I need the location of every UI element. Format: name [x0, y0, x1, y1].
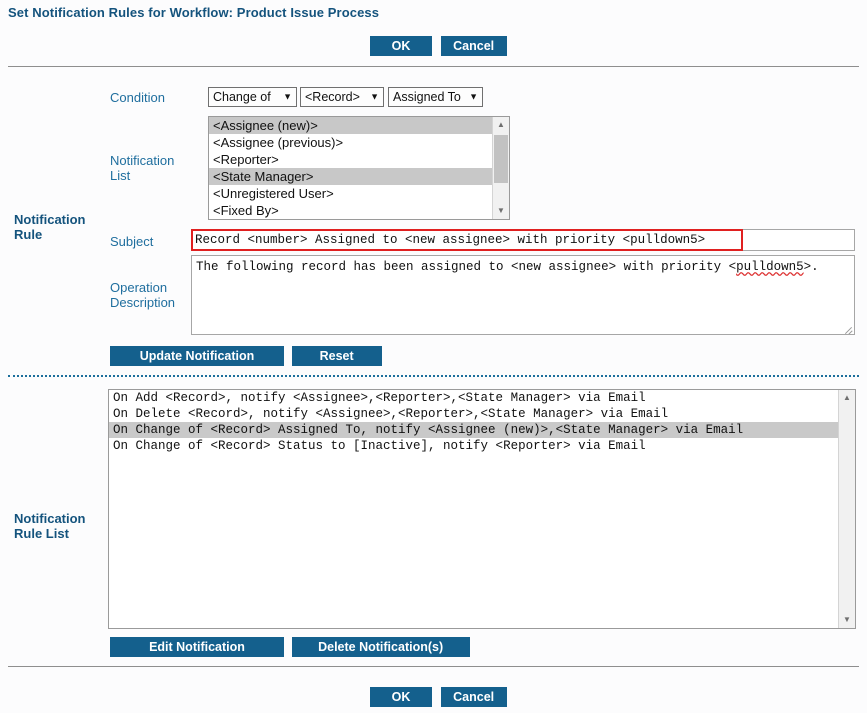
- notification-list-label: Notification List: [110, 153, 206, 183]
- separator-dotted: [8, 375, 859, 377]
- separator-bottom: [8, 666, 859, 667]
- cancel-button-top[interactable]: Cancel: [440, 36, 507, 56]
- operation-description-text-before: The following record has been assigned t…: [196, 260, 737, 274]
- chevron-down-icon: ▼: [469, 91, 478, 102]
- notification-rule-list-section-label-line1: Notification: [14, 511, 86, 526]
- operation-description-text-after: >.: [803, 260, 819, 274]
- notification-list-label-line1: Notification: [110, 153, 175, 168]
- reset-button[interactable]: Reset: [291, 346, 382, 366]
- notification-list-label-line2: List: [110, 168, 131, 183]
- notification-list-scrollbar[interactable]: ▲ ▼: [492, 117, 509, 219]
- chevron-down-icon: ▼: [370, 91, 379, 102]
- triangle-up-icon[interactable]: ▲: [839, 390, 855, 406]
- condition-label: Condition: [110, 90, 165, 105]
- ok-button-top[interactable]: OK: [370, 36, 432, 56]
- notification-rule-listbox[interactable]: On Add <Record>, notify <Assignee>,<Repo…: [108, 389, 856, 629]
- notification-rule-list-section-label: Notification Rule List: [14, 511, 106, 541]
- condition-field-value: Assigned To: [393, 90, 461, 104]
- notification-rule-list-scrollbar[interactable]: ▲ ▼: [838, 390, 855, 628]
- notification-rule-section-label-line1: Notification Rule: [14, 212, 86, 242]
- table-row[interactable]: On Change of <Record> Assigned To, notif…: [109, 422, 838, 438]
- list-item[interactable]: <Unregistered User>: [209, 185, 492, 202]
- table-row[interactable]: On Add <Record>, notify <Assignee>,<Repo…: [109, 390, 838, 406]
- notification-rule-list-rows: On Add <Record>, notify <Assignee>,<Repo…: [109, 390, 838, 628]
- notification-list-options: <Assignee (new)> <Assignee (previous)> <…: [209, 117, 492, 219]
- condition-object-select[interactable]: <Record> ▼: [300, 87, 384, 107]
- ok-button-bottom[interactable]: OK: [370, 687, 432, 707]
- triangle-up-icon[interactable]: ▲: [493, 117, 509, 133]
- update-notification-button[interactable]: Update Notification: [110, 346, 284, 366]
- list-item[interactable]: <Fixed By>: [209, 202, 492, 219]
- condition-type-value: Change of: [213, 90, 271, 104]
- list-item[interactable]: <Reporter>: [209, 151, 492, 168]
- condition-type-select[interactable]: Change of ▼: [208, 87, 297, 107]
- triangle-down-icon[interactable]: ▼: [493, 203, 509, 219]
- notification-rule-list-section-label-line2: Rule List: [14, 526, 69, 541]
- notification-rule-section-label: Notification Rule: [14, 212, 106, 242]
- list-item[interactable]: <Assignee (previous)>: [209, 134, 492, 151]
- notification-rule-list-buttons: Edit Notification Delete Notification(s): [110, 637, 470, 657]
- chevron-down-icon: ▼: [283, 91, 292, 102]
- condition-field-select[interactable]: Assigned To ▼: [388, 87, 483, 107]
- condition-object-value: <Record>: [305, 90, 360, 104]
- edit-notification-button[interactable]: Edit Notification: [110, 637, 284, 657]
- page-title: Set Notification Rules for Workflow: Pro…: [8, 5, 380, 20]
- cancel-button-bottom[interactable]: Cancel: [440, 687, 507, 707]
- textarea-resize-handle[interactable]: [844, 324, 853, 333]
- notification-rule-buttons: Update Notification Reset: [110, 346, 382, 366]
- table-row[interactable]: On Delete <Record>, notify <Assignee>,<R…: [109, 406, 838, 422]
- separator-top: [8, 66, 859, 67]
- table-row[interactable]: On Change of <Record> Status to [Inactiv…: [109, 438, 838, 454]
- operation-description-textarea[interactable]: The following record has been assigned t…: [191, 255, 855, 335]
- delete-notifications-button[interactable]: Delete Notification(s): [291, 637, 470, 657]
- notification-list-listbox[interactable]: <Assignee (new)> <Assignee (previous)> <…: [208, 116, 510, 220]
- list-item[interactable]: <State Manager>: [209, 168, 492, 185]
- list-item[interactable]: <Assignee (new)>: [209, 117, 492, 134]
- operation-description-text-misspelled: pulldown5: [736, 260, 804, 274]
- subject-input[interactable]: Record <number> Assigned to <new assigne…: [191, 229, 855, 251]
- top-action-buttons: OK Cancel: [370, 36, 507, 56]
- notification-list-scroll-thumb[interactable]: [494, 135, 508, 183]
- triangle-down-icon[interactable]: ▼: [839, 612, 855, 628]
- bottom-action-buttons: OK Cancel: [370, 687, 507, 707]
